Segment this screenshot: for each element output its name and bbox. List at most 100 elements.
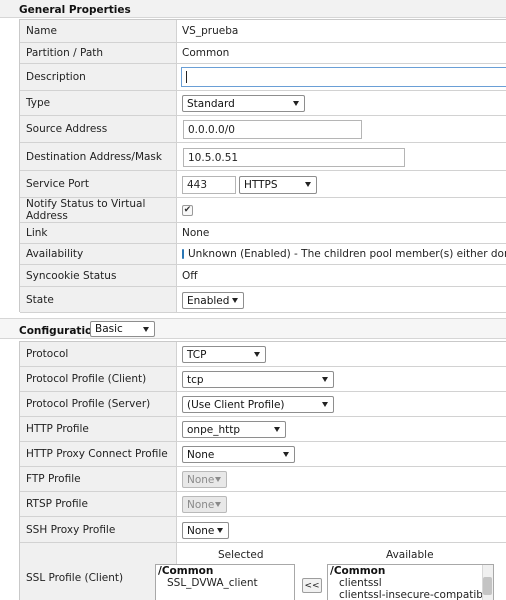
- http-proxy-row: HTTP Proxy Connect Profile None: [20, 442, 506, 467]
- profile-server-value: (Use Client Profile): [187, 398, 285, 411]
- http-profile-select[interactable]: onpe_http: [182, 421, 286, 438]
- partition-row: Partition / Path Common: [20, 43, 506, 64]
- syncookie-value: Off: [182, 269, 198, 282]
- ssh-proxy-select[interactable]: None: [182, 522, 229, 539]
- name-value: VS_prueba: [182, 25, 239, 37]
- http-proxy-value: None: [187, 448, 215, 461]
- protocol-select-value: TCP: [187, 348, 207, 361]
- profile-client-value: tcp: [187, 373, 204, 386]
- link-value: None: [182, 227, 210, 239]
- ssl-selected-list[interactable]: /Common SSL_DVWA_client: [155, 564, 295, 600]
- rtsp-profile-value: None: [187, 498, 215, 511]
- chevron-down-icon: [215, 502, 221, 507]
- move-left-button[interactable]: <<: [302, 578, 322, 593]
- service-port-input[interactable]: 443: [182, 176, 236, 194]
- configuration-mode-select[interactable]: Basic: [90, 321, 155, 337]
- ftp-profile-select: None: [182, 471, 227, 488]
- destination-label: Destination Address/Mask: [20, 143, 177, 170]
- service-port-protocol-select[interactable]: HTTPS: [239, 176, 317, 194]
- service-port-label: Service Port: [20, 171, 177, 197]
- profile-server-select[interactable]: (Use Client Profile): [182, 396, 334, 413]
- general-properties-title: General Properties: [19, 4, 131, 16]
- chevron-down-icon: [143, 327, 149, 332]
- availability-label: Availability: [20, 244, 177, 264]
- link-label: Link: [20, 223, 177, 243]
- ftp-profile-value: None: [187, 473, 215, 486]
- configuration-mode-value: Basic: [95, 323, 123, 335]
- source-address-value: 0.0.0.0/0: [188, 123, 235, 136]
- http-profile-label: HTTP Profile: [20, 417, 177, 441]
- ssl-selected-item[interactable]: SSL_DVWA_client: [156, 577, 294, 589]
- description-input[interactable]: [181, 67, 506, 87]
- service-port-protocol-value: HTTPS: [244, 179, 278, 191]
- destination-address-value: 10.5.0.51: [188, 151, 239, 164]
- configuration-header: Configuration: Basic: [0, 318, 506, 339]
- availability-value: Unknown (Enabled) - The children pool me…: [188, 248, 506, 260]
- state-select[interactable]: Enabled: [182, 292, 244, 309]
- partition-label: Partition / Path: [20, 43, 177, 63]
- chevron-down-icon: [215, 477, 221, 482]
- ssh-proxy-row: SSH Proxy Profile None: [20, 517, 506, 543]
- description-label: Description: [20, 64, 177, 90]
- chevron-down-icon: [322, 402, 328, 407]
- profile-client-label: Protocol Profile (Client): [20, 367, 177, 391]
- notify-label: Notify Status to Virtual Address: [20, 198, 177, 222]
- name-row: Name VS_prueba: [20, 20, 506, 43]
- general-properties-table: Name VS_prueba Partition / Path Common D…: [19, 19, 506, 313]
- availability-row: Availability Unknown (Enabled) - The chi…: [20, 244, 506, 265]
- ftp-profile-row: FTP Profile None: [20, 467, 506, 492]
- ftp-profile-label: FTP Profile: [20, 467, 177, 491]
- http-proxy-select[interactable]: None: [182, 446, 295, 463]
- status-square-blue-icon: [182, 249, 184, 259]
- source-row: Source Address 0.0.0.0/0: [20, 116, 506, 143]
- text-cursor: [186, 71, 187, 83]
- move-left-label: <<: [304, 580, 320, 591]
- type-select[interactable]: Standard: [182, 95, 305, 112]
- ssh-proxy-label: SSH Proxy Profile: [20, 517, 177, 542]
- syncookie-row: Syncookie Status Off: [20, 265, 506, 287]
- rtsp-profile-select: None: [182, 496, 227, 513]
- ssl-available-list[interactable]: /Common clientssl clientssl-insecure-com…: [327, 564, 494, 600]
- rtsp-profile-label: RTSP Profile: [20, 492, 177, 516]
- checkmark-icon: ✔: [183, 205, 192, 215]
- chevron-down-icon: [232, 298, 238, 303]
- service-port-row: Service Port 443 HTTPS: [20, 171, 506, 198]
- ssl-selected-group: /Common: [158, 565, 214, 577]
- syncookie-label: Syncookie Status: [20, 265, 177, 286]
- http-proxy-label: HTTP Proxy Connect Profile: [20, 442, 177, 466]
- chevron-down-icon: [305, 182, 311, 187]
- configuration-table: Protocol TCP Protocol Profile (Client) t…: [19, 341, 506, 600]
- chevron-down-icon: [274, 427, 280, 432]
- chevron-down-icon: [254, 352, 260, 357]
- destination-address-input[interactable]: 10.5.0.51: [183, 148, 405, 167]
- ssl-available-item[interactable]: clientssl-insecure-compatible: [328, 589, 493, 600]
- profile-client-row: Protocol Profile (Client) tcp: [20, 367, 506, 392]
- ssl-selected-title: Selected: [218, 549, 264, 561]
- ssl-available-scrollbar[interactable]: [482, 565, 493, 600]
- name-label: Name: [20, 20, 177, 42]
- profile-server-row: Protocol Profile (Server) (Use Client Pr…: [20, 392, 506, 417]
- protocol-select[interactable]: TCP: [182, 346, 266, 363]
- http-profile-row: HTTP Profile onpe_http: [20, 417, 506, 442]
- destination-row: Destination Address/Mask 10.5.0.51: [20, 143, 506, 171]
- ssl-available-group: /Common: [330, 565, 386, 577]
- state-label: State: [20, 287, 177, 312]
- ssl-available-item[interactable]: clientssl: [328, 577, 493, 589]
- ssl-client-row: SSL Profile (Client) Selected Available …: [20, 543, 506, 600]
- ssl-client-label: SSL Profile (Client): [20, 543, 177, 600]
- source-label: Source Address: [20, 116, 177, 142]
- partition-value: Common: [182, 47, 230, 59]
- chevron-down-icon: [322, 377, 328, 382]
- chevron-down-icon: [293, 101, 299, 106]
- protocol-label: Protocol: [20, 342, 177, 366]
- link-row: Link None: [20, 223, 506, 244]
- profile-client-select[interactable]: tcp: [182, 371, 334, 388]
- ssl-available-title: Available: [386, 549, 434, 561]
- source-address-input[interactable]: 0.0.0.0/0: [183, 120, 362, 139]
- http-profile-value: onpe_http: [187, 423, 241, 436]
- ssl-available-scroll-thumb[interactable]: [483, 577, 492, 595]
- notify-row: Notify Status to Virtual Address ✔: [20, 198, 506, 223]
- availability-value-container: Unknown (Enabled) - The children pool me…: [177, 244, 506, 264]
- ssh-proxy-value: None: [187, 524, 215, 537]
- notify-checkbox[interactable]: ✔: [182, 205, 193, 216]
